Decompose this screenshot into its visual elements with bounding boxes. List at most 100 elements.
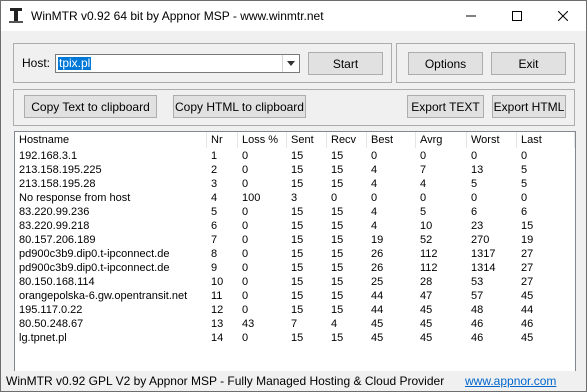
cell-hostname: 213.158.195.28	[19, 178, 96, 190]
cell-best: 19	[371, 234, 384, 246]
column-worst[interactable]: Worst	[467, 132, 517, 148]
minimize-icon	[466, 15, 476, 17]
cell-nr: 2	[211, 164, 218, 176]
cell-last: 27	[521, 262, 534, 274]
start-button[interactable]: Start	[308, 52, 383, 75]
cell-nr: 10	[211, 276, 224, 288]
table-row[interactable]: lg.tpnet.pl 14 0 15 15 45 45 46 45	[15, 331, 575, 345]
cell-avrg: 4	[420, 178, 427, 190]
minimize-button[interactable]	[448, 1, 494, 31]
cell-worst: 1317	[471, 248, 496, 260]
cell-loss: 43	[242, 318, 255, 330]
cell-hostname: 83.220.99.218	[19, 220, 90, 232]
cell-sent: 15	[291, 262, 304, 274]
column-sent[interactable]: Sent	[287, 132, 327, 148]
cell-nr: 9	[211, 262, 218, 274]
table-row[interactable]: 192.168.3.1 1 0 15 15 0 0 0 0	[15, 149, 575, 163]
copy-html-button[interactable]: Copy HTML to clipboard	[173, 95, 306, 118]
cell-recv: 15	[331, 178, 344, 190]
cell-avrg: 112	[420, 248, 438, 260]
cell-sent: 15	[291, 304, 304, 316]
status-text: WinMTR v0.92 GPL V2 by Appnor MSP - Full…	[6, 374, 445, 388]
table-row[interactable]: 83.220.99.236 5 0 15 15 4 5 6 6	[15, 205, 575, 219]
table-row[interactable]: 83.220.99.218 6 0 15 15 4 10 23 15	[15, 219, 575, 233]
cell-recv: 15	[331, 290, 344, 302]
exit-button[interactable]: Exit	[491, 52, 566, 75]
export-html-button[interactable]: Export HTML	[492, 95, 566, 118]
winmtr-window: WinMTR v0.92 64 bit by Appnor MSP - www.…	[0, 0, 587, 392]
cell-sent: 15	[291, 220, 304, 232]
cell-last: 19	[521, 234, 534, 246]
cell-hostname: pd900c3b9.dip0.t-ipconnect.de	[19, 262, 170, 274]
cell-nr: 11	[211, 290, 223, 302]
cell-nr: 13	[211, 318, 224, 330]
cell-nr: 12	[211, 304, 224, 316]
cell-hostname: orangepolska-6.gw.opentransit.net	[19, 290, 188, 302]
cell-avrg: 7	[420, 164, 427, 176]
cell-hostname: 195.117.0.22	[19, 304, 83, 316]
cell-avrg: 45	[420, 304, 433, 316]
table-row[interactable]: pd900c3b9.dip0.t-ipconnect.de 9 0 15 15 26 112…	[15, 261, 575, 275]
cell-avrg: 47	[420, 290, 433, 302]
trace-table[interactable]: Hostname Nr Loss % Sent Recv Best Avrg W…	[14, 131, 576, 373]
cell-best: 45	[371, 318, 384, 330]
cell-best: 4	[371, 178, 378, 190]
host-value[interactable]: tpix.pl	[58, 57, 92, 70]
table-row[interactable]: orangepolska-6.gw.opentransit.net 11 0 15 15…	[15, 289, 575, 303]
cell-best: 25	[371, 276, 384, 288]
cell-worst: 13	[471, 164, 484, 176]
cell-worst: 6	[471, 206, 478, 218]
cell-sent: 3	[291, 192, 298, 204]
cell-loss: 0	[242, 248, 249, 260]
table-header: Hostname Nr Loss % Sent Recv Best Avrg W…	[15, 132, 575, 148]
cell-avrg: 0	[420, 150, 427, 162]
cell-loss: 0	[242, 290, 249, 302]
cell-sent: 15	[291, 234, 304, 246]
host-combobox[interactable]: tpix.pl	[55, 54, 300, 73]
cell-last: 27	[521, 248, 534, 260]
table-row[interactable]: 80.157.206.189 7 0 15 15 19 52 270 19	[15, 233, 575, 247]
column-best[interactable]: Best	[367, 132, 416, 148]
cell-recv: 4	[331, 318, 338, 330]
cell-hostname: 80.50.248.67	[19, 318, 84, 330]
table-row[interactable]: 80.50.248.67 13 43 7 4 45 45 46 46	[15, 317, 575, 331]
cell-hostname: 80.157.206.189	[19, 234, 96, 246]
column-recv[interactable]: Recv	[327, 132, 367, 148]
column-loss[interactable]: Loss %	[238, 132, 287, 148]
cell-sent: 15	[291, 164, 304, 176]
cell-best: 26	[371, 248, 384, 260]
cell-avrg: 10	[420, 220, 433, 232]
cell-loss: 0	[242, 178, 249, 190]
cell-last: 5	[521, 164, 528, 176]
app-icon	[9, 8, 23, 24]
column-hostname[interactable]: Hostname	[15, 132, 207, 148]
table-row[interactable]: 195.117.0.22 12 0 15 15 44 45 48 44	[15, 303, 575, 317]
close-button[interactable]	[540, 1, 586, 31]
maximize-button[interactable]	[494, 1, 540, 31]
host-dropdown-button[interactable]	[282, 55, 299, 72]
table-row[interactable]: No response from host 4 100 3 0 0 0 0 0	[15, 191, 575, 205]
column-avrg[interactable]: Avrg	[416, 132, 467, 148]
cell-avrg: 45	[420, 318, 433, 330]
appnor-link[interactable]: www.appnor.com	[465, 373, 556, 389]
cell-hostname: 83.220.99.236	[19, 206, 90, 218]
table-row[interactable]: 213.158.195.225 2 0 15 15 4 7 13 5	[15, 163, 575, 177]
column-last[interactable]: Last	[517, 132, 575, 148]
cell-nr: 4	[211, 192, 218, 204]
column-nr[interactable]: Nr	[207, 132, 238, 148]
titlebar: WinMTR v0.92 64 bit by Appnor MSP - www.…	[1, 1, 586, 31]
table-row[interactable]: 213.158.195.28 3 0 15 15 4 4 5 5	[15, 177, 575, 191]
cell-loss: 0	[242, 234, 249, 246]
options-button[interactable]: Options	[408, 52, 483, 75]
cell-worst: 0	[471, 192, 478, 204]
export-group: Copy Text to clipboard Copy HTML to clip…	[13, 89, 575, 126]
copy-text-button[interactable]: Copy Text to clipboard	[24, 95, 157, 118]
host-label: Host:	[22, 56, 51, 70]
table-row[interactable]: pd900c3b9.dip0.t-ipconnect.de 8 0 15 15 26 112…	[15, 247, 575, 261]
cell-loss: 100	[242, 192, 261, 204]
table-row[interactable]: 80.150.168.114 10 0 15 15 25 28 53 27	[15, 275, 575, 289]
export-text-button[interactable]: Export TEXT	[407, 95, 484, 118]
cell-recv: 15	[331, 262, 344, 274]
cell-loss: 0	[242, 164, 249, 176]
cell-avrg: 52	[420, 234, 433, 246]
